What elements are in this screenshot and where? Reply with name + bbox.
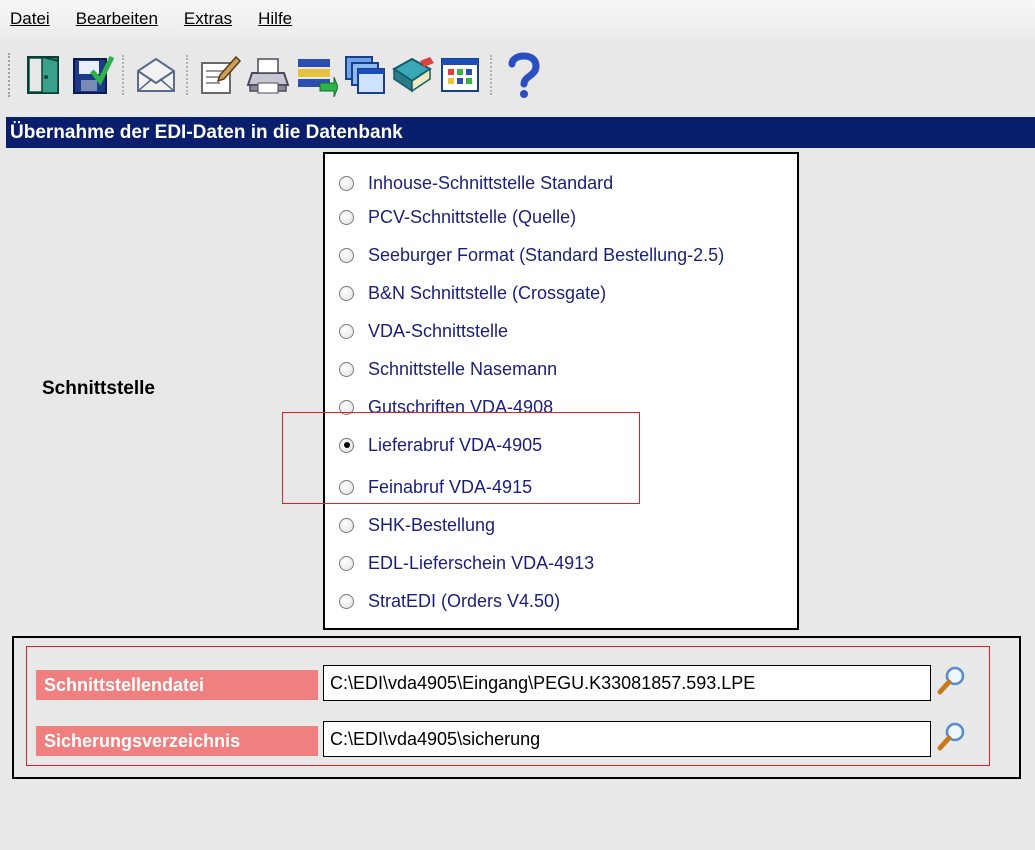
grid-button[interactable] bbox=[436, 49, 484, 101]
menu-bearbeiten[interactable]: Bearbeiten bbox=[70, 9, 164, 29]
radio-option-vda[interactable]: VDA-Schnittstelle bbox=[339, 316, 508, 346]
radio-button[interactable] bbox=[339, 479, 354, 495]
radio-label: Inhouse-Schnittstelle Standard bbox=[368, 172, 614, 193]
radio-option-seeburger[interactable]: Seeburger Format (Standard Bestellung-2.… bbox=[339, 240, 724, 270]
sicherungsverzeichnis-input[interactable] bbox=[323, 721, 931, 757]
radio-button[interactable] bbox=[339, 175, 354, 191]
toolbar-grip[interactable] bbox=[8, 53, 14, 97]
radio-option-bn[interactable]: B&N Schnittstelle (Crossgate) bbox=[339, 278, 606, 308]
book-button[interactable] bbox=[388, 49, 436, 101]
radio-label: SHK-Bestellung bbox=[368, 514, 496, 535]
exit-door-icon bbox=[27, 56, 59, 94]
radio-label: StratEDI (Orders V4.50) bbox=[368, 590, 561, 611]
browse-schnittstellendatei-icon[interactable] bbox=[936, 664, 968, 696]
browse-sicherungsverzeichnis-icon[interactable] bbox=[936, 720, 968, 752]
radio-button[interactable] bbox=[339, 285, 354, 301]
radio-label: Schnittstelle Nasemann bbox=[368, 358, 558, 379]
radio-option-edl[interactable]: EDL-Lieferschein VDA-4913 bbox=[339, 548, 594, 578]
radio-option-nasemann[interactable]: Schnittstelle Nasemann bbox=[339, 354, 557, 384]
radio-label: Seeburger Format (Standard Bestellung-2.… bbox=[368, 244, 725, 265]
radio-label: Lieferabruf VDA-4905 bbox=[368, 434, 543, 455]
transfer-button[interactable] bbox=[292, 49, 340, 101]
menu-extras-label: Extras bbox=[183, 9, 233, 28]
radio-option-stratedi[interactable]: StratEDI (Orders V4.50) bbox=[339, 586, 560, 616]
radio-option-shk[interactable]: SHK-Bestellung bbox=[339, 510, 495, 540]
menu-extras[interactable]: Extras bbox=[178, 9, 238, 29]
radio-button[interactable] bbox=[339, 209, 354, 225]
schnittstellendatei-input[interactable] bbox=[323, 665, 931, 701]
toolbar-separator bbox=[122, 55, 126, 95]
help-button[interactable] bbox=[500, 49, 548, 101]
radio-button[interactable] bbox=[339, 517, 354, 533]
save-button[interactable] bbox=[68, 49, 116, 101]
help-icon bbox=[508, 52, 540, 98]
menu-bearbeiten-label: Bearbeiten bbox=[75, 9, 158, 28]
book-icon bbox=[392, 57, 434, 93]
menu-hilfe[interactable]: Hilfe bbox=[252, 9, 298, 29]
radio-button[interactable] bbox=[339, 555, 354, 571]
toolbar bbox=[0, 42, 1035, 108]
radio-button[interactable] bbox=[339, 247, 354, 263]
radio-label: VDA-Schnittstelle bbox=[368, 320, 509, 341]
radio-option-lieferabruf[interactable]: Lieferabruf VDA-4905 bbox=[339, 430, 542, 460]
radio-label: PCV-Schnittstelle (Quelle) bbox=[368, 206, 577, 227]
print-button[interactable] bbox=[244, 49, 292, 101]
menu-datei[interactable]: Datei bbox=[4, 9, 56, 29]
radio-option-gutschriften[interactable]: Gutschriften VDA-4908 bbox=[339, 392, 553, 422]
transfer-list-icon bbox=[298, 59, 338, 97]
envelope-icon bbox=[137, 57, 175, 92]
windows-button[interactable] bbox=[340, 49, 388, 101]
save-check-icon bbox=[73, 55, 114, 94]
printer-icon bbox=[246, 58, 290, 94]
radio-option-pcv[interactable]: PCV-Schnittstelle (Quelle) bbox=[339, 202, 576, 232]
exit-button[interactable] bbox=[20, 49, 68, 101]
menu-bar: Datei Bearbeiten Extras Hilfe bbox=[0, 0, 1035, 38]
toolbar-separator bbox=[490, 55, 494, 95]
radio-label: Feinabruf VDA-4915 bbox=[368, 476, 533, 497]
radio-label: B&N Schnittstelle (Crossgate) bbox=[368, 282, 607, 303]
radio-button[interactable] bbox=[339, 323, 354, 339]
radio-label: Gutschriften VDA-4908 bbox=[368, 396, 554, 417]
radio-option-inhouse[interactable]: Inhouse-Schnittstelle Standard bbox=[339, 168, 613, 198]
toolbar-separator bbox=[186, 55, 190, 95]
menu-hilfe-label: Hilfe bbox=[258, 9, 293, 28]
edit-button[interactable] bbox=[196, 49, 244, 101]
radio-button[interactable] bbox=[339, 399, 354, 415]
radio-label: EDL-Lieferschein VDA-4913 bbox=[368, 552, 595, 573]
radio-option-feinabruf[interactable]: Feinabruf VDA-4915 bbox=[339, 472, 532, 502]
section-title: Übernahme der EDI-Daten in die Datenbank bbox=[6, 117, 1035, 148]
email-button[interactable] bbox=[132, 49, 180, 101]
sicherungsverzeichnis-label: Sicherungsverzeichnis bbox=[36, 726, 318, 756]
menu-datei-label: Datei bbox=[10, 9, 50, 28]
grid-window-icon bbox=[441, 58, 479, 92]
radio-button[interactable] bbox=[339, 361, 354, 377]
schnittstelle-radio-group: Inhouse-Schnittstelle Standard PCV-Schni… bbox=[323, 152, 799, 630]
radio-button[interactable] bbox=[339, 593, 354, 609]
edit-note-icon bbox=[201, 55, 242, 94]
radio-button-selected[interactable] bbox=[339, 437, 354, 453]
schnittstellendatei-label: Schnittstellendatei bbox=[36, 670, 318, 700]
schnittstelle-label: Schnittstelle bbox=[42, 378, 155, 399]
window-stack-icon bbox=[345, 56, 385, 94]
